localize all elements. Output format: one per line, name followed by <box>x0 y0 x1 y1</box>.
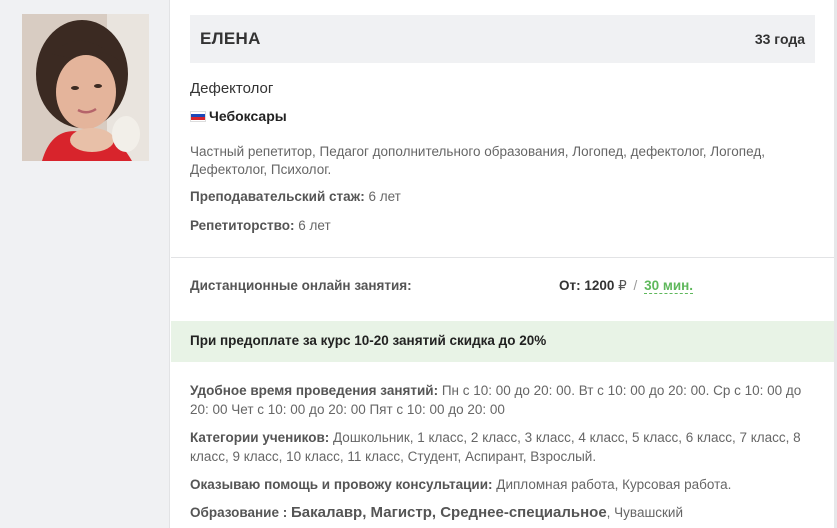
education-label: Образование : <box>190 505 288 520</box>
tutor-location: Чебоксары <box>190 108 287 124</box>
section-divider <box>171 257 834 258</box>
tutor-profession: Дефектолог <box>190 80 274 97</box>
discount-text: При предоплате за курс 10-20 занятий ски… <box>190 333 547 348</box>
left-column <box>0 0 170 528</box>
education-info: Образование : Бакалавр, Магистр, Среднее… <box>190 503 815 522</box>
tutor-city: Чебоксары <box>209 108 287 124</box>
tutor-age: 33 года <box>754 31 805 47</box>
online-lessons-label: Дистанционные онлайн занятия: <box>190 278 412 293</box>
schedule-label: Удобное время проведения занятий: <box>190 383 439 398</box>
tutoring-experience-label: Репетиторство: <box>190 218 295 233</box>
tutor-card: ЕЛЕНА 33 года Дефектолог Чебоксары Частн… <box>171 0 834 528</box>
russia-flag-icon <box>190 110 206 122</box>
currency-symbol: ₽ <box>618 278 627 293</box>
price-separator: / <box>633 278 638 293</box>
tutor-name[interactable]: ЕЛЕНА <box>200 29 261 49</box>
schedule-info: Удобное время проведения занятий: Пн с 1… <box>190 381 815 419</box>
tutor-specializations: Частный репетитор, Педагог дополнительно… <box>190 144 765 177</box>
tutoring-experience-value: 6 лет <box>298 218 331 233</box>
teaching-experience-label: Преподавательский стаж: <box>190 189 365 204</box>
categories-label: Категории учеников: <box>190 430 330 445</box>
teaching-experience-value: 6 лет <box>368 189 401 204</box>
portrait-image <box>22 14 149 161</box>
price-amount: От: 1200 <box>559 278 615 293</box>
education-levels: Бакалавр, Магистр, Среднее-специальное <box>290 504 607 521</box>
help-label: Оказываю помощь и провожу консультации: <box>190 477 493 492</box>
tutoring-experience: Репетиторство: 6 лет <box>190 218 331 233</box>
help-services: Оказываю помощь и провожу консультации: … <box>190 475 815 494</box>
education-institution: , Чувашский <box>606 505 684 520</box>
lesson-price: От: 1200 ₽ / 30 мин. <box>559 278 694 294</box>
help-value: Дипломная работа, Курсовая работа. <box>496 477 732 492</box>
tutor-photo[interactable] <box>22 14 149 161</box>
discount-banner: При предоплате за курс 10-20 занятий ски… <box>171 321 834 362</box>
name-header: ЕЛЕНА 33 года <box>190 15 815 63</box>
teaching-experience: Преподавательский стаж: 6 лет <box>190 189 401 204</box>
student-categories: Категории учеников: Дошкольник, 1 класс,… <box>190 428 815 466</box>
lesson-duration-link[interactable]: 30 мин. <box>644 278 694 294</box>
